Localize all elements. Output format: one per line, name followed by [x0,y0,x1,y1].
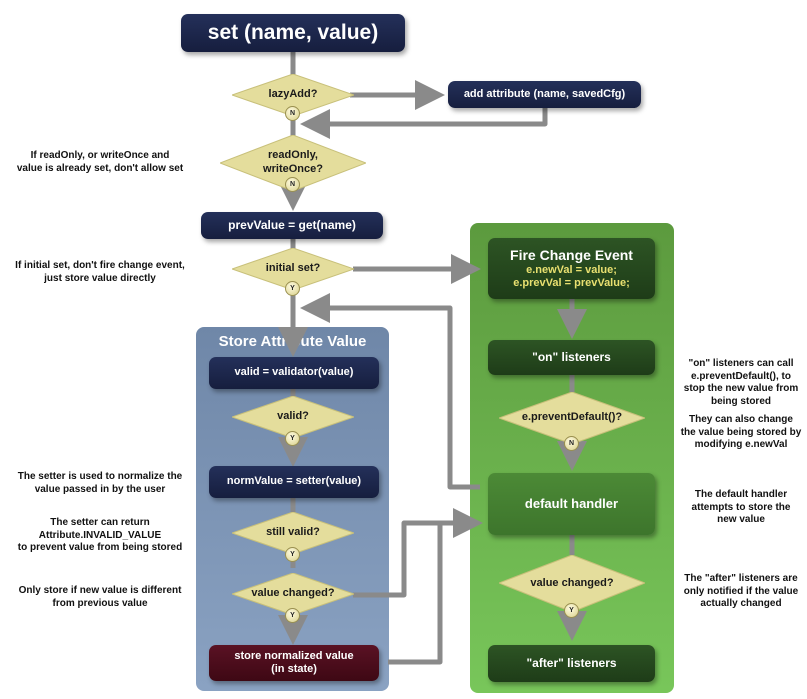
setter-text: normValue = setter(value) [226,475,362,488]
store-normalized-box: store normalized value (in state) [209,645,379,681]
badge-value-changed-store: Y [285,608,300,623]
prev-value-box: prevValue = get(name) [201,212,383,239]
badge-still-valid: Y [285,547,300,562]
validator-text: valid = validator(value) [234,366,354,379]
note-invalid-value: The setter can return Attribute.INVALID_… [17,517,183,553]
setter-box: normValue = setter(value) [209,466,379,498]
fire-change-event-box: Fire Change Event e.newVal = value; e.pr… [488,238,655,299]
fire-change-newval: e.newVal = value; [526,263,617,276]
badge-initial-set: Y [285,281,300,296]
prev-value-text: prevValue = get(name) [228,218,356,233]
note-setter: The setter is used to normalize the valu… [17,471,183,495]
on-listeners-text: "on" listeners [532,350,611,365]
note-default-handler: The default handler attempts to store th… [691,489,791,525]
on-listeners-box: "on" listeners [488,340,655,375]
badge-lazyadd: N [285,106,300,121]
connector-changed-to-default [353,508,483,598]
fire-change-prevval: e.prevVal = prevValue; [513,276,630,289]
note-only-store: Only store if new value is different fro… [18,585,182,609]
badge-valid: Y [285,431,300,446]
set-title-box: set (name, value) [181,14,405,52]
default-handler-box: default handler [488,473,655,535]
default-handler-text: default handler [524,496,619,512]
note-after-listeners: The "after" listeners are only notified … [683,573,799,609]
add-attribute-text: add attribute (name, savedCfg) [463,87,626,100]
note-readonly: If readOnly, or writeOnce and value is a… [16,150,184,174]
note-on-listeners: "on" listeners can call e.preventDefault… [683,358,799,407]
store-normalized-text: store normalized value (in state) [234,649,354,675]
set-title-text: set (name, value) [207,21,379,45]
badge-prevent-default: N [564,436,579,451]
badge-readonly: N [285,177,300,192]
after-listeners-box: "after" listeners [488,645,655,682]
validator-box: valid = validator(value) [209,357,379,389]
badge-value-changed-event: Y [564,603,579,618]
note-initial-set: If initial set, don't fire change event,… [15,260,185,284]
fire-change-event-title: Fire Change Event [510,246,633,263]
add-attribute-box: add attribute (name, savedCfg) [448,81,641,108]
after-listeners-text: "after" listeners [526,656,617,671]
note-change-value: They can also change the value being sto… [680,414,802,450]
